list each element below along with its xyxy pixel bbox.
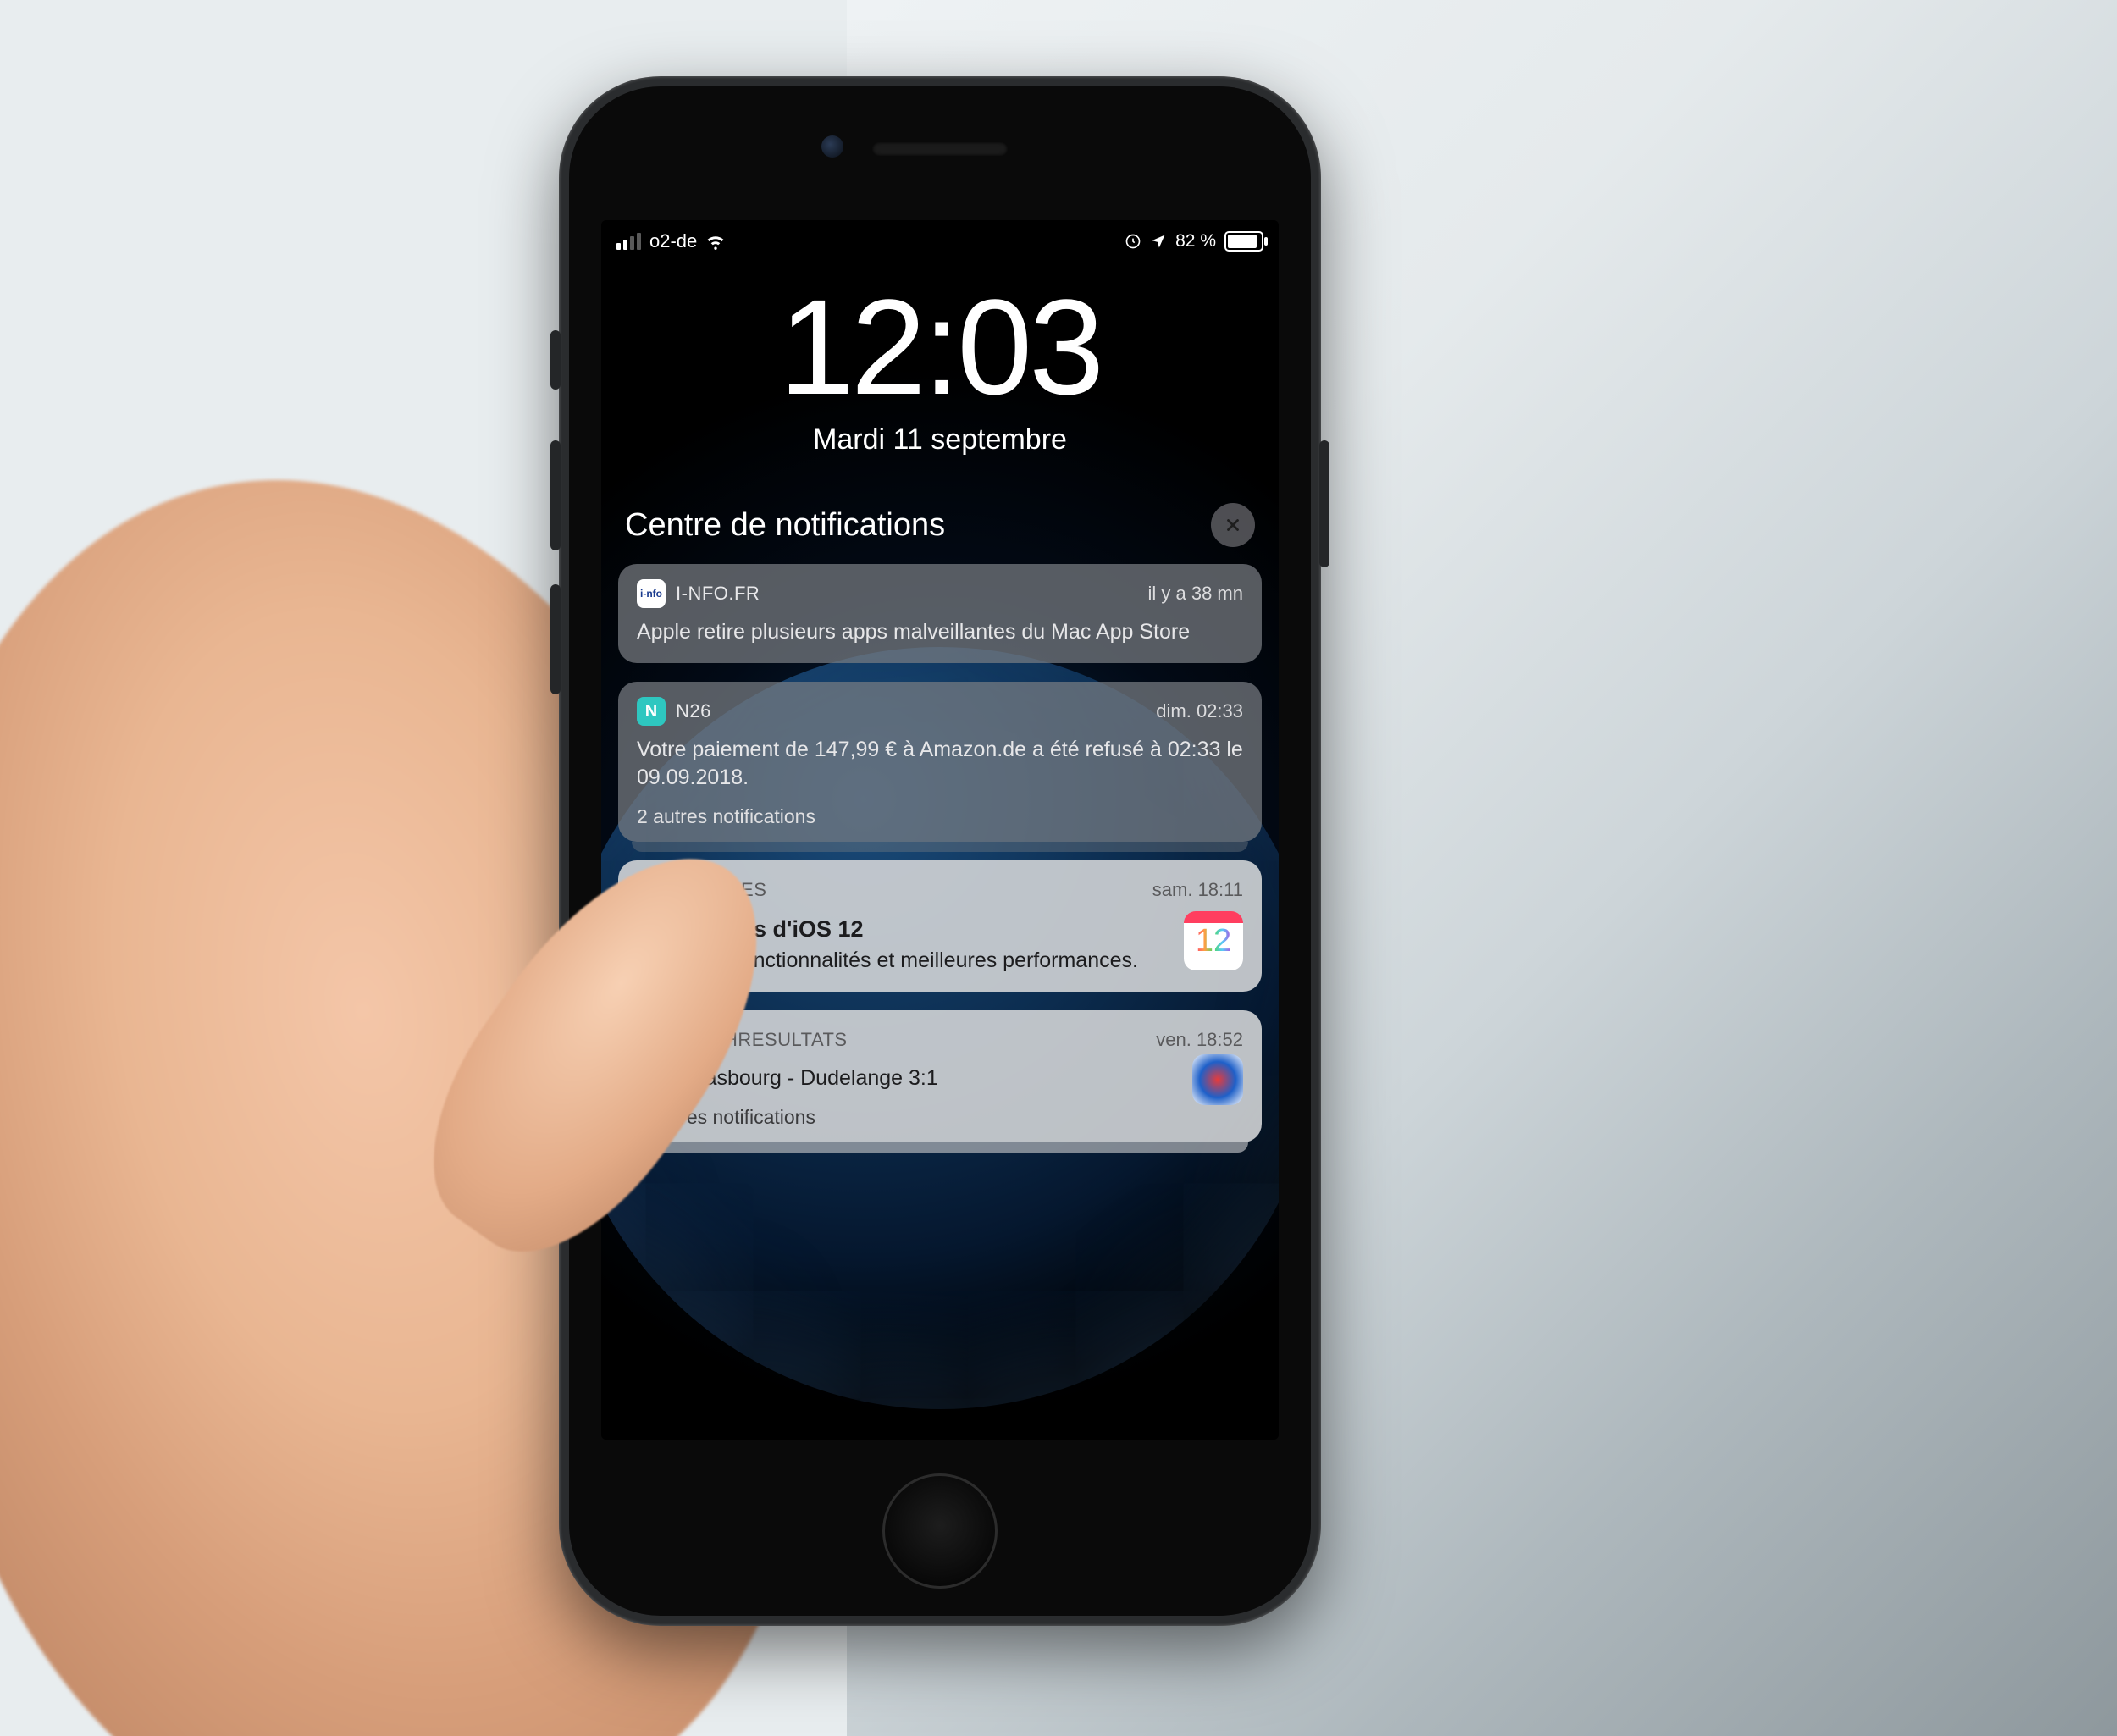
notification-center-title: Centre de notifications [625,507,945,544]
notification-attachment [1192,1054,1243,1105]
lock-screen[interactable]: o2-de 82 % 12:03 Mardi 11 septembre Cent… [601,220,1279,1440]
wifi-icon [705,231,726,252]
battery-percent: 82 % [1175,231,1216,252]
lock-time: 12:03 [601,279,1279,415]
app-icon-n26: N [637,697,666,726]
status-bar: o2-de 82 % [601,220,1279,263]
close-button[interactable] [1211,503,1255,547]
app-icon-info: i-nfo [637,579,666,608]
stack-indicator [632,1142,1248,1153]
carrier-label: o2-de [649,230,697,252]
battery-icon [1224,231,1263,252]
app-name: FLASHRESULTATS [676,1029,1146,1051]
notification-card[interactable]: N N26 dim. 02:33 Votre paiement de 147,9… [618,682,1262,842]
notification-attachment: 12 [1184,911,1243,970]
home-button[interactable] [882,1473,998,1589]
notification-time: ven. 18:52 [1156,1029,1243,1051]
notification-time: dim. 02:33 [1156,700,1243,722]
rotation-lock-icon [1125,233,1141,250]
stack-indicator [632,842,1248,852]
app-name: I-NFO.FR [676,583,1138,605]
location-icon [1150,233,1167,250]
notification-body: Fin. Strasbourg - Dudelange 3:1 [637,1064,1243,1092]
lock-date: Mardi 11 septembre [601,423,1279,456]
notification-time: sam. 18:11 [1152,879,1243,901]
iphone-device: o2-de 82 % 12:03 Mardi 11 septembre Cent… [559,76,1321,1626]
notification-body: Apple retire plusieurs apps malveillante… [637,618,1243,646]
notification-more: 3 autres notifications [637,1106,1243,1129]
signal-icon [616,233,641,250]
notification-time: il y a 38 mn [1148,583,1244,605]
notification-body: Votre paiement de 147,99 € à Amazon.de a… [637,736,1243,792]
close-icon [1224,516,1242,534]
app-name: N26 [676,700,1146,722]
notification-more: 2 autres notifications [637,805,1243,828]
notification-card[interactable]: i-nfo I-NFO.FR il y a 38 mn Apple retire… [618,564,1262,663]
